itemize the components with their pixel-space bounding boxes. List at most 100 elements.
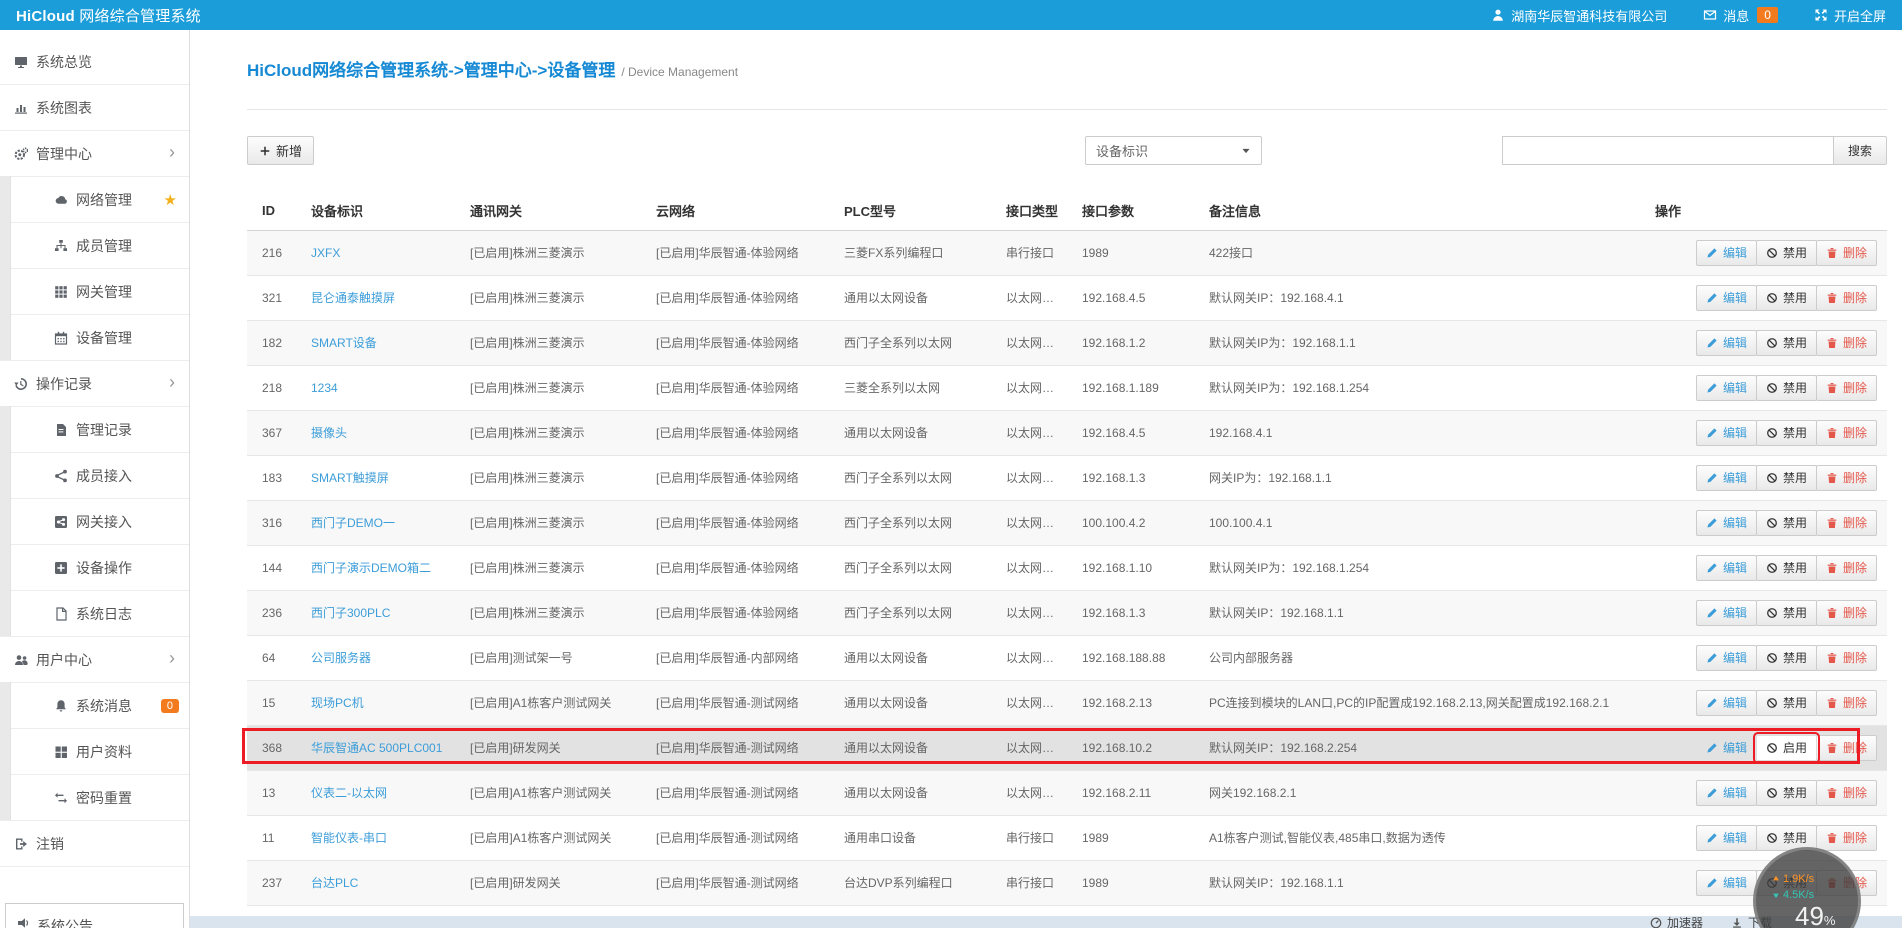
edit-button[interactable]: 编辑 [1696, 870, 1757, 896]
disable-button[interactable]: 禁用 [1756, 465, 1817, 491]
disable-button[interactable]: 禁用 [1756, 555, 1817, 581]
delete-button[interactable]: 删除 [1816, 600, 1877, 626]
delete-button[interactable]: 删除 [1816, 825, 1877, 851]
table-row: 237台达PLC[已启用]研发网关[已启用]华辰智通-测试网络台达DVP系列编程… [247, 860, 1887, 905]
sidebar-item-system-charts[interactable]: 系统图表 [0, 85, 189, 131]
fullscreen-label: 开启全屏 [1834, 6, 1886, 25]
device-name-link[interactable]: SMART触摸屏 [311, 471, 389, 485]
sidebar-item-user-center[interactable]: 用户中心› [0, 637, 189, 683]
device-name-link[interactable]: SMART设备 [311, 336, 377, 350]
delete-button[interactable]: 删除 [1816, 420, 1877, 446]
pencil-icon [1706, 607, 1718, 619]
edit-button[interactable]: 编辑 [1696, 285, 1757, 311]
disable-button[interactable]: 禁用 [1756, 330, 1817, 356]
sidebar-item-operation-records[interactable]: 操作记录› [0, 361, 189, 407]
edit-label: 编辑 [1723, 379, 1747, 396]
page-header: HiCloud网络综合管理系统->管理中心->设备管理 / Device Man… [247, 30, 1887, 110]
ban-icon [1766, 517, 1778, 529]
device-name-link[interactable]: 摄像头 [311, 426, 347, 440]
edit-button[interactable]: 编辑 [1696, 330, 1757, 356]
disable-button[interactable]: 禁用 [1756, 780, 1817, 806]
edit-button[interactable]: 编辑 [1696, 780, 1757, 806]
device-name-link[interactable]: 西门子演示DEMO箱二 [311, 561, 431, 575]
device-name-link[interactable]: JXFX [311, 246, 340, 260]
disable-button[interactable]: 禁用 [1756, 645, 1817, 671]
disable-button[interactable]: 禁用 [1756, 510, 1817, 536]
device-name-link[interactable]: 公司服务器 [311, 651, 371, 665]
disable-button[interactable]: 禁用 [1756, 420, 1817, 446]
delete-button[interactable]: 删除 [1816, 330, 1877, 356]
sidebar-item-system-overview[interactable]: 系统总览 [0, 39, 189, 85]
device-name-link[interactable]: 西门子300PLC [311, 606, 390, 620]
edit-button[interactable]: 编辑 [1696, 420, 1757, 446]
device-note-cell: 默认网关IP：192.168.1.1 [1194, 860, 1640, 905]
disable-button[interactable]: 禁用 [1756, 375, 1817, 401]
device-id-cell: 64 [247, 635, 296, 680]
delete-button[interactable]: 删除 [1816, 780, 1877, 806]
filter-field-select[interactable]: 设备标识 [1085, 136, 1262, 165]
sidebar-item-network-management[interactable]: 网络管理★ [0, 177, 189, 223]
sidebar-item-system-messages[interactable]: 系统消息0 [0, 683, 189, 729]
enable-button[interactable]: 启用 [1756, 735, 1817, 761]
search-input[interactable] [1502, 136, 1833, 165]
delete-button[interactable]: 删除 [1816, 645, 1877, 671]
sidebar-item-device-management[interactable]: 设备管理 [0, 315, 189, 361]
sidebar-notice-panel[interactable]: 系统公告 [5, 903, 184, 928]
company-menu[interactable]: 湖南华辰智通科技有限公司 [1491, 6, 1667, 25]
delete-button[interactable]: 删除 [1816, 285, 1877, 311]
fullscreen-toggle[interactable]: 开启全屏 [1814, 6, 1886, 25]
device-name-link[interactable]: 昆仑通泰触摸屏 [311, 291, 395, 305]
add-device-button[interactable]: 新增 [247, 136, 314, 165]
delete-button[interactable]: 删除 [1816, 465, 1877, 491]
delete-button[interactable]: 删除 [1816, 555, 1877, 581]
device-name-link[interactable]: 西门子DEMO一 [311, 516, 395, 530]
delete-button[interactable]: 删除 [1816, 240, 1877, 266]
delete-button[interactable]: 删除 [1816, 690, 1877, 716]
delete-button[interactable]: 删除 [1816, 510, 1877, 536]
sidebar-item-password-reset[interactable]: 密码重置 [0, 775, 189, 821]
sidebar-item-gateway-management[interactable]: 网关管理 [0, 269, 189, 315]
edit-button[interactable]: 编辑 [1696, 240, 1757, 266]
trash-icon [1826, 697, 1838, 709]
search-button[interactable]: 搜索 [1833, 136, 1887, 165]
device-name-link[interactable]: 智能仪表-串口 [311, 831, 387, 845]
device-name-link[interactable]: 华辰智通AC 500PLC001 [311, 741, 442, 755]
table-row: 321昆仑通泰触摸屏[已启用]株洲三菱演示[已启用]华辰智通-体验网络通用以太网… [247, 275, 1887, 320]
device-interface-param-cell: 192.168.4.5 [1067, 275, 1194, 320]
device-name-link[interactable]: 仪表二-以太网 [311, 786, 387, 800]
sidebar-item-member-management[interactable]: 成员管理 [0, 223, 189, 269]
sidebar-item-user-profile[interactable]: 用户资料 [0, 729, 189, 775]
sidebar-item-management-records[interactable]: 管理记录 [0, 407, 189, 453]
messages-menu[interactable]: 消息 0 [1703, 6, 1778, 25]
edit-button[interactable]: 编辑 [1696, 825, 1757, 851]
device-cloud-cell: [已启用]华辰智通-体验网络 [641, 230, 829, 275]
sidebar-item-member-access[interactable]: 成员接入 [0, 453, 189, 499]
device-id-cell: 237 [247, 860, 296, 905]
disable-button[interactable]: 禁用 [1756, 600, 1817, 626]
accelerator-item[interactable]: 加速器 [1650, 917, 1703, 928]
disable-button[interactable]: 禁用 [1756, 240, 1817, 266]
device-cloud-cell: [已启用]华辰智通-体验网络 [641, 455, 829, 500]
edit-button[interactable]: 编辑 [1696, 375, 1757, 401]
sidebar-item-logout[interactable]: 注销 [0, 821, 189, 867]
edit-button[interactable]: 编辑 [1696, 690, 1757, 716]
sidebar-item-management-center[interactable]: 管理中心› [0, 131, 189, 177]
table-row: 182SMART设备[已启用]株洲三菱演示[已启用]华辰智通-体验网络西门子全系… [247, 320, 1887, 365]
edit-button[interactable]: 编辑 [1696, 555, 1757, 581]
edit-button[interactable]: 编辑 [1696, 735, 1757, 761]
edit-button[interactable]: 编辑 [1696, 600, 1757, 626]
sidebar-item-system-logs[interactable]: 系统日志 [0, 591, 189, 637]
edit-button[interactable]: 编辑 [1696, 510, 1757, 536]
sidebar-item-gateway-access[interactable]: 网关接入 [0, 499, 189, 545]
device-name-link[interactable]: 1234 [311, 381, 338, 395]
disable-button[interactable]: 禁用 [1756, 285, 1817, 311]
delete-button[interactable]: 删除 [1816, 735, 1877, 761]
edit-button[interactable]: 编辑 [1696, 465, 1757, 491]
device-name-link[interactable]: 台达PLC [311, 876, 358, 890]
device-name-link[interactable]: 现场PC机 [311, 696, 364, 710]
disable-button[interactable]: 禁用 [1756, 690, 1817, 716]
edit-button[interactable]: 编辑 [1696, 645, 1757, 671]
delete-button[interactable]: 删除 [1816, 375, 1877, 401]
ban-icon [1766, 832, 1778, 844]
sidebar-item-device-operations[interactable]: 设备操作 [0, 545, 189, 591]
